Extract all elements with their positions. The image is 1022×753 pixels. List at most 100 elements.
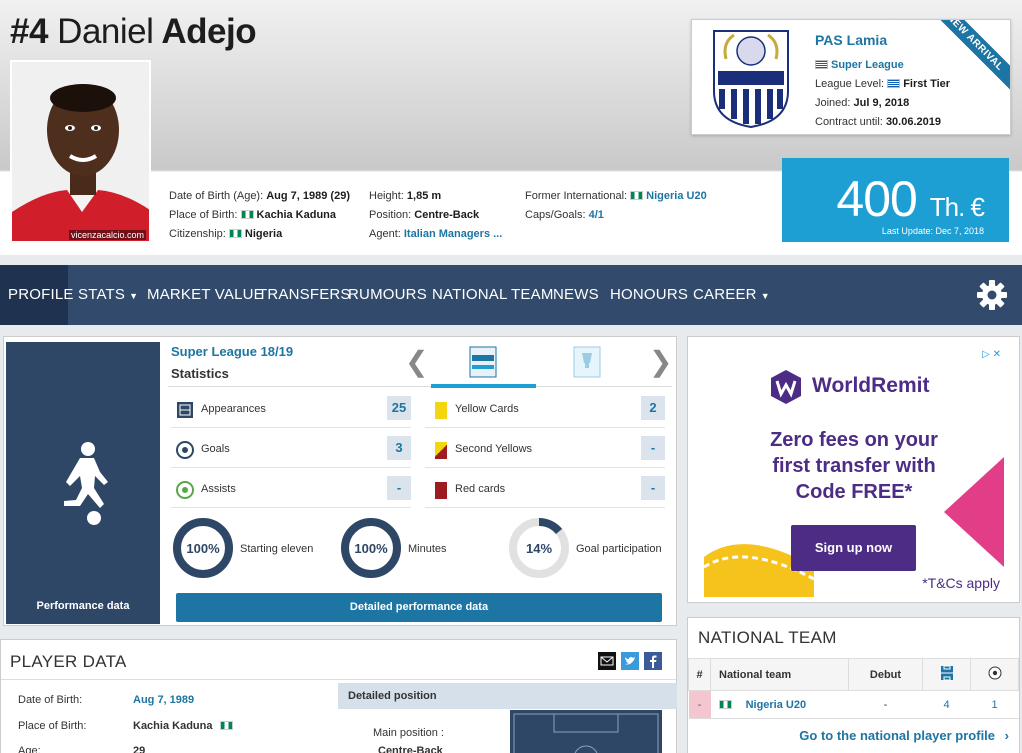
national-apps-value[interactable]: 4 — [922, 690, 971, 719]
stat-assists: Assists - — [171, 472, 411, 508]
next-competition-arrow[interactable]: ❯ — [649, 345, 672, 378]
assist-ball-icon — [176, 481, 194, 499]
minutes-percent: 100% — [354, 541, 388, 556]
info-column-3: Former International: Nigeria U20 Caps/G… — [525, 190, 707, 221]
first-name: Daniel — [57, 12, 154, 51]
ad-brand: WorldRemit — [812, 374, 930, 397]
assists-value[interactable]: - — [387, 476, 411, 500]
position-pitch-icon — [510, 710, 662, 753]
league-link[interactable]: Super League — [831, 59, 904, 71]
second-yellows-value[interactable]: - — [641, 436, 665, 460]
greek-cup-logo-icon[interactable] — [572, 343, 602, 381]
club-crest-icon[interactable] — [712, 29, 790, 129]
national-team-title: NATIONAL TEAM — [698, 628, 837, 647]
nav-honours[interactable]: HONOURS — [602, 265, 696, 325]
player-photo: vicenzacalcio.com — [10, 60, 151, 243]
nav-rumours[interactable]: RUMOURS — [340, 265, 435, 325]
player-data-box: PLAYER DATA Date of Birth: Aug 7, 1989 P… — [0, 639, 678, 753]
citizenship-value: Nigeria — [244, 228, 283, 240]
twitter-icon[interactable] — [621, 652, 639, 670]
goal-participation-percent: 14% — [525, 541, 553, 556]
caret-down-icon: ▼ — [760, 291, 770, 301]
minutes-label: Minutes — [408, 543, 447, 555]
stat-red-cards: Red cards - — [425, 472, 665, 508]
worldremit-logo-icon — [771, 370, 801, 404]
player-header: #4 Daniel Adejo vicenzacalcio.com Date o… — [0, 0, 1022, 255]
appearances-column-icon — [922, 658, 971, 691]
nav-stats[interactable]: STATS ▼ — [70, 265, 146, 325]
ad-banner[interactable]: WorldRemit Zero fees on your first trans… — [704, 347, 1004, 597]
nigeria-flag-icon — [228, 229, 242, 238]
nav-career[interactable]: CAREER ▼ — [685, 265, 778, 325]
height-value: 1,85 m — [406, 190, 442, 202]
nigeria-flag-icon — [219, 721, 233, 730]
caret-down-icon: ▼ — [129, 291, 139, 301]
ad-signup-button[interactable]: Sign up now — [791, 525, 916, 571]
club-box: PAS Lamia Super League League Level: Fir… — [691, 19, 1011, 135]
national-team-box: NATIONAL TEAM # National team Debut - Ni… — [687, 617, 1020, 753]
pitch-icon — [940, 665, 953, 681]
ad-headline: Zero fees on your first transfer with Co… — [770, 429, 938, 503]
player-data-age: 29 — [133, 745, 146, 753]
footballer-icon — [64, 442, 108, 525]
dob-value: Aug 7, 1989 (29) — [266, 190, 350, 202]
goal-participation-label: Goal participation — [576, 543, 662, 555]
ball-icon — [988, 666, 1001, 680]
red-card-icon — [435, 482, 447, 499]
goals-value[interactable]: 3 — [387, 436, 411, 460]
red-cards-value[interactable]: - — [641, 476, 665, 500]
photo-credit[interactable]: vicenzacalcio.com — [68, 230, 146, 240]
national-profile-link[interactable]: Go to the national player profile › — [799, 728, 1009, 743]
facebook-icon[interactable] — [644, 652, 662, 670]
pitch-icon — [177, 402, 193, 418]
detailed-performance-button[interactable]: Detailed performance data — [176, 593, 662, 622]
active-competition-indicator — [431, 384, 536, 388]
appearances-value[interactable]: 25 — [387, 396, 411, 420]
info-column-2: Height: 1,85 m Position: Centre-Back Age… — [369, 190, 503, 240]
player-data-title: PLAYER DATA — [10, 652, 127, 671]
gear-icon[interactable] — [976, 279, 1008, 311]
last-name: Adejo — [161, 12, 257, 51]
market-value-amount: 400 Th. € — [836, 171, 985, 227]
player-portrait-icon — [12, 62, 149, 241]
main-navigation: PROFILE STATS ▼ MARKET VALUE TRANSFERS RU… — [0, 265, 1022, 325]
nav-news[interactable]: NEWS — [545, 265, 607, 325]
super-league-logo-icon[interactable] — [468, 343, 498, 381]
agent-link[interactable]: Italian Managers ... — [404, 228, 502, 240]
email-icon[interactable] — [598, 652, 616, 670]
nav-profile[interactable]: PROFILE — [0, 265, 73, 325]
national-goals-value[interactable]: 1 — [970, 690, 1019, 719]
ball-icon — [176, 441, 194, 459]
player-data-pob: Kachia Kaduna — [133, 720, 213, 732]
yellow-cards-value[interactable]: 2 — [641, 396, 665, 420]
greece-flag-icon — [887, 79, 901, 88]
nigeria-flag-icon — [630, 191, 644, 200]
chevron-right-icon: › — [1004, 728, 1009, 743]
stat-second-yellows: Second Yellows - — [425, 432, 665, 468]
stats-panel: Performance data Super League 18/19 Stat… — [3, 336, 677, 626]
prev-competition-arrow[interactable]: ❮ — [405, 345, 428, 378]
nav-national-team[interactable]: NATIONAL TEAM — [424, 265, 562, 325]
market-value-last-update: Last Update: Dec 7, 2018 — [881, 226, 984, 236]
nigeria-flag-icon — [718, 699, 732, 709]
season-title[interactable]: Super League 18/19 — [171, 344, 293, 359]
national-team-table: # National team Debut - Nigeria U20 - 4 — [688, 658, 1019, 719]
stat-yellow-cards: Yellow Cards 2 — [425, 392, 665, 428]
performance-data-tile[interactable]: Performance data — [6, 342, 160, 624]
advertisement[interactable]: WorldRemit Zero fees on your first trans… — [687, 336, 1020, 603]
stat-goals: Goals 3 — [171, 432, 411, 468]
detailed-position-header: Detailed position — [338, 683, 677, 709]
table-row: - Nigeria U20 - 4 1 — [688, 690, 1019, 719]
caps-goals-link[interactable]: 4/1 — [589, 209, 604, 221]
market-value-box[interactable]: 400 Th. € Last Update: Dec 7, 2018 — [782, 158, 1009, 242]
player-data-dob-link[interactable]: Aug 7, 1989 — [133, 694, 194, 706]
club-name-link[interactable]: PAS Lamia — [815, 32, 887, 48]
yellow-card-icon — [435, 402, 447, 419]
national-team-link[interactable]: Nigeria U20 — [746, 699, 807, 711]
ad-choices-icon[interactable]: ▷ ✕ — [982, 349, 1001, 360]
former-international-link[interactable]: Nigeria U20 — [646, 190, 707, 202]
second-yellow-card-icon — [435, 442, 447, 459]
info-column-1: Date of Birth (Age): Aug 7, 1989 (29) Pl… — [169, 190, 350, 240]
club-details: Super League League Level: First Tier Jo… — [815, 59, 951, 128]
pob-value: Kachia Kaduna — [256, 209, 337, 221]
